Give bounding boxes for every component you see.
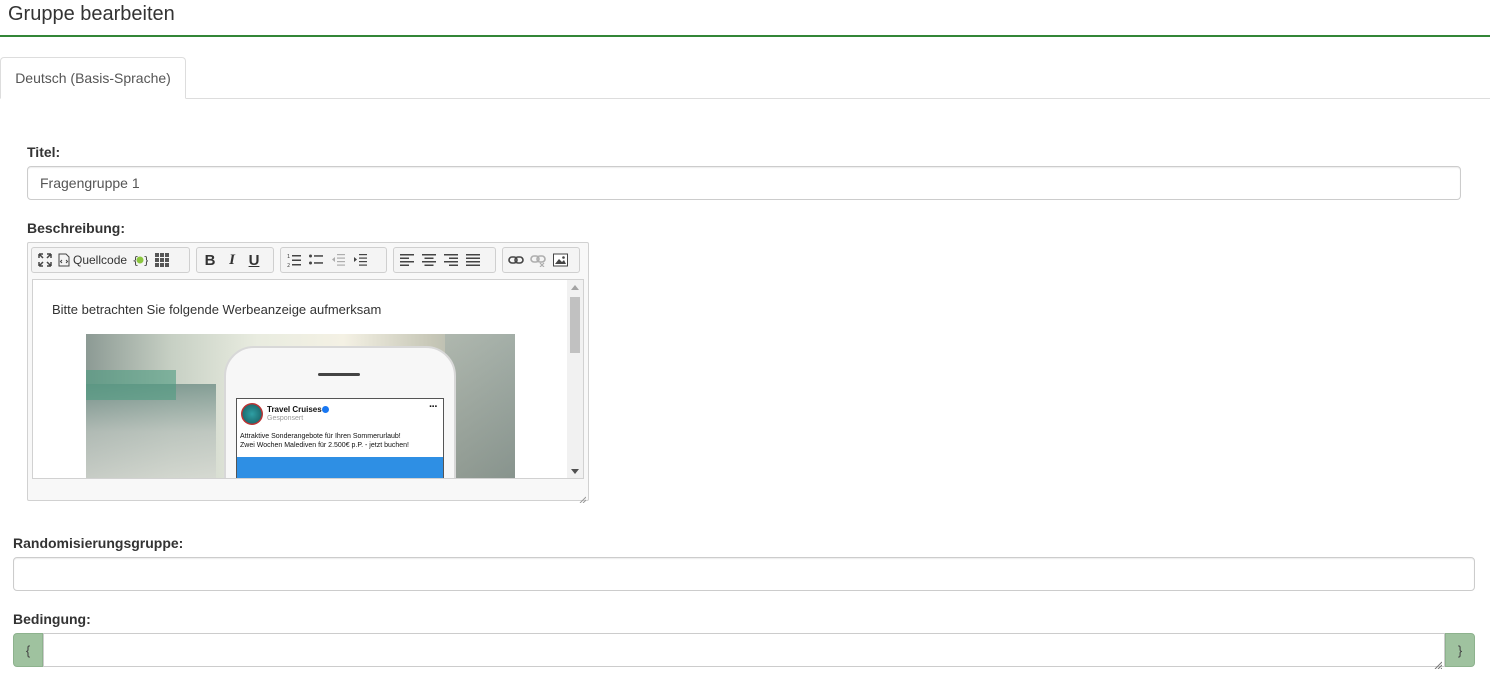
ad-text-line-1: Attraktive Sonderangebote für Ihren Somm…	[240, 433, 401, 440]
ad-text-line-2: Zwei Wochen Malediven für 2.500€ p.P. - …	[240, 442, 410, 449]
unlink-icon	[530, 255, 546, 267]
bullet-list-button[interactable]	[305, 249, 327, 271]
resize-grip-icon[interactable]	[578, 490, 587, 504]
svg-text:1: 1	[287, 254, 290, 260]
indent-icon	[354, 254, 367, 266]
condition-input-group: { }	[13, 633, 1475, 670]
description-editor: Quellcode {} B I U 12	[27, 242, 589, 504]
title-label: Titel:	[27, 144, 61, 160]
image-button[interactable]	[549, 249, 571, 271]
ad-sponsored: Gesponsert	[267, 415, 304, 422]
condition-textarea[interactable]	[43, 633, 1445, 670]
source-button-label: Quellcode	[73, 253, 128, 267]
ad-photo	[237, 457, 443, 478]
editor-toolbar: Quellcode {} B I U 12	[28, 243, 588, 279]
placeholder-button[interactable]: {}	[129, 249, 151, 271]
toolbar-group-document: Quellcode {}	[31, 247, 190, 273]
bold-button[interactable]: B	[199, 249, 221, 271]
numbered-list-icon: 12	[287, 254, 301, 267]
scroll-thumb[interactable]	[570, 297, 580, 353]
unlink-button[interactable]	[527, 249, 549, 271]
table-button[interactable]	[151, 249, 173, 271]
ad-post: Travel Cruises Gesponsert ··· Attraktive…	[236, 398, 444, 478]
language-tabs: Deutsch (Basis-Sprache)	[0, 57, 1490, 99]
toolbar-group-format: B I U	[196, 247, 274, 273]
toolbar-group-align	[393, 247, 496, 273]
airplane-logo-icon	[241, 403, 263, 425]
justify-icon	[466, 254, 480, 266]
condition-close-brace: }	[1445, 633, 1475, 667]
svg-text:}: }	[143, 254, 148, 267]
align-center-button[interactable]	[418, 249, 440, 271]
scroll-up-icon[interactable]	[567, 280, 583, 294]
align-center-icon	[422, 254, 436, 266]
editor-content[interactable]: Bitte betrachten Sie folgende Werbeanzei…	[32, 279, 584, 479]
randomization-label: Randomisierungsgruppe:	[13, 535, 184, 551]
numbered-list-button[interactable]: 12	[283, 249, 305, 271]
align-right-icon	[444, 254, 458, 266]
ad-image: Travel Cruises Gesponsert ··· Attraktive…	[86, 334, 515, 478]
condition-label: Bedingung:	[13, 611, 91, 627]
italic-button[interactable]: I	[221, 249, 243, 271]
outdent-icon	[332, 254, 345, 266]
editor-scrollbar[interactable]	[567, 280, 583, 478]
svg-text:2: 2	[287, 263, 290, 267]
textarea-resize-icon[interactable]	[1434, 656, 1443, 670]
indent-button[interactable]	[349, 249, 371, 271]
maximize-button[interactable]	[34, 249, 56, 271]
scroll-down-icon[interactable]	[567, 464, 583, 478]
title-input[interactable]	[27, 166, 1461, 200]
outdent-button[interactable]	[327, 249, 349, 271]
phone-speaker	[318, 373, 360, 376]
placeholder-icon: {}	[132, 254, 148, 267]
description-label: Beschreibung:	[27, 220, 126, 236]
editor-content-text: Bitte betrachten Sie folgende Werbeanzei…	[52, 302, 382, 317]
toolbar-group-insert	[502, 247, 580, 273]
justify-button[interactable]	[462, 249, 484, 271]
image-icon	[552, 253, 568, 267]
source-icon	[58, 253, 70, 267]
condition-open-brace: {	[13, 633, 43, 667]
title-divider	[0, 35, 1490, 37]
ad-background-green	[86, 370, 176, 400]
more-options-icon: ···	[429, 401, 438, 413]
ad-phone: Travel Cruises Gesponsert ··· Attraktive…	[224, 346, 456, 478]
align-left-icon	[400, 254, 414, 266]
link-button[interactable]	[505, 249, 527, 271]
table-icon	[155, 253, 170, 267]
bullet-list-icon	[309, 254, 323, 265]
link-icon	[508, 256, 524, 264]
verified-icon	[322, 406, 329, 413]
align-left-button[interactable]	[396, 249, 418, 271]
maximize-icon	[38, 253, 52, 267]
align-right-button[interactable]	[440, 249, 462, 271]
source-button[interactable]: Quellcode	[56, 249, 129, 271]
ad-page-name: Travel Cruises	[267, 405, 322, 414]
toolbar-group-lists: 12	[280, 247, 387, 273]
page-title: Gruppe bearbeiten	[8, 3, 175, 25]
randomization-input[interactable]	[13, 557, 1475, 591]
tab-deutsch[interactable]: Deutsch (Basis-Sprache)	[0, 57, 186, 99]
underline-button[interactable]: U	[243, 249, 265, 271]
